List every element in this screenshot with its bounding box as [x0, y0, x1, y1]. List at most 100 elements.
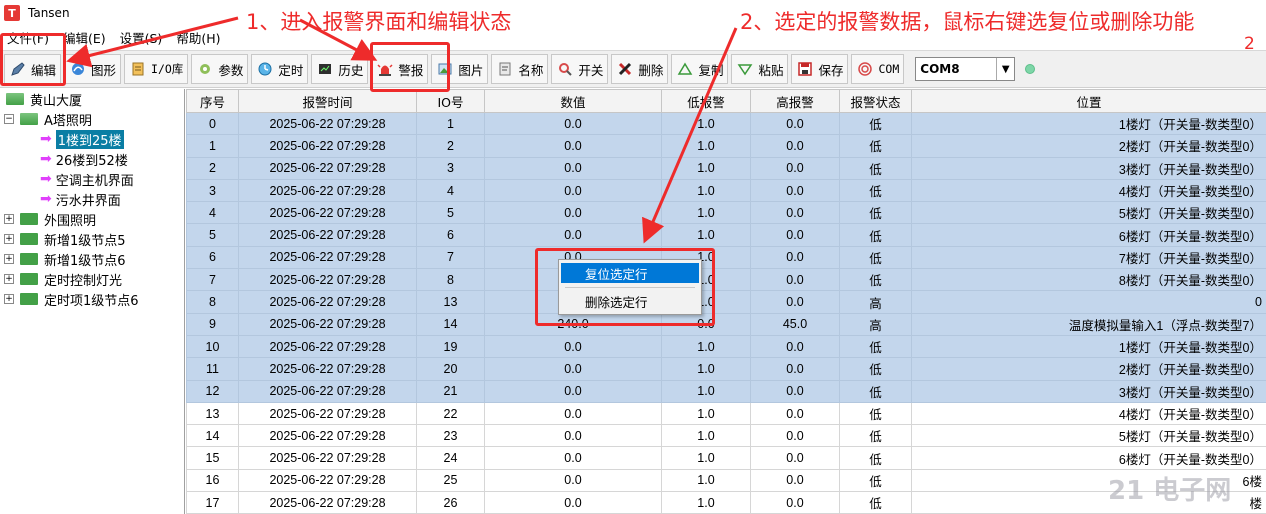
cell-alarm-state: 高 [839, 290, 912, 314]
com-button[interactable]: COM [851, 54, 905, 84]
cell-high-alarm: 0.0 [750, 245, 840, 270]
table-row[interactable]: 14 2025-06-22 07:29:28 23 0.0 1.0 0.0 低 5楼灯（开关量… [186, 424, 1266, 448]
com-port-select[interactable]: COM8 ▼ [915, 57, 1016, 81]
table-row[interactable]: 15 2025-06-22 07:29:28 24 0.0 1.0 0.0 低 6楼灯（开关量… [186, 446, 1266, 470]
cell-io: 13 [416, 290, 485, 314]
cell-alarm-time: 2025-06-22 07:29:28 [238, 201, 417, 225]
folder-icon [20, 233, 38, 245]
cell-low-alarm: 1.0 [661, 156, 751, 180]
table-row[interactable]: 9 2025-06-22 07:29:28 14 240.0 0.0 45.0 高温度模拟量… [186, 312, 1266, 336]
table-row[interactable]: 82025-06-22 07:29:281389.1.00.0高0 [186, 290, 1266, 314]
tree-node-label: 新增1级节点5 [44, 233, 126, 249]
cell-alarm-time: 2025-06-22 07:29:28 [238, 111, 417, 136]
cell-io: 26 [416, 491, 485, 514]
cell-alarm-time: 2025-06-22 07:29:28 [238, 178, 417, 203]
cell-low-alarm: 1.0 [661, 111, 751, 136]
table-row[interactable]: 3 2025-06-22 07:29:28 4 0.0 1.0 0.0 低 4楼灯（开关量-数… [186, 178, 1266, 203]
tree-node-page-4[interactable]: ➡ 污水井界面 [40, 189, 121, 209]
paste-button[interactable]: 粘贴 [731, 54, 789, 84]
table-row[interactable]: 12 2025-06-22 07:29:28 21 0.0 1.0 0.0 低 3楼灯（开关量… [186, 379, 1266, 403]
expand-icon[interactable]: + [4, 214, 14, 224]
cell-value: 0.0 [484, 178, 662, 203]
cell-alarm-state: 低 [839, 424, 912, 448]
table-row[interactable]: 17 2025-06-22 07:29:28 26 0.0 1.0 0.0 低楼 [186, 491, 1266, 514]
io-library-button[interactable]: I/O库 [124, 54, 189, 84]
table-row[interactable]: 0 2025-06-22 07:29:28 1 0.0 1.0 0.0 低 1楼灯（开关量-数… [186, 111, 1266, 136]
tree-node-timed-node-6[interactable]: + 定时项1级节点6 [4, 289, 139, 309]
cell-io: 25 [416, 468, 485, 493]
chevron-down-icon[interactable]: ▼ [996, 58, 1015, 80]
cell-high-alarm: 0.0 [750, 223, 840, 247]
expand-icon[interactable]: + [4, 274, 14, 284]
switch-button[interactable]: 开关 [551, 54, 609, 84]
image-button-label: 图片 [458, 62, 484, 78]
cell-high-alarm: 0.0 [750, 111, 840, 136]
table-row[interactable]: 1 2025-06-22 07:29:28 2 0.0 1.0 0.0 低 2楼灯（开关量-数… [186, 134, 1266, 158]
table-row[interactable]: 4 2025-06-22 07:29:28 5 0.0 1.0 0.0 低 5楼灯（开关量-数… [186, 201, 1266, 225]
cell-value: 0.0 [484, 468, 662, 493]
expand-icon[interactable]: + [4, 254, 14, 264]
cell-value: 0.0 [484, 357, 662, 381]
tree-node-a-tower[interactable]: − A塔照明 [4, 109, 92, 129]
tree-node-outer-lighting[interactable]: + 外围照明 [4, 209, 96, 229]
delete-button[interactable]: 删除 [611, 54, 669, 84]
tree-node-label: 定时项1级节点6 [44, 293, 139, 309]
annotation-corner-number: 2 [1244, 34, 1255, 54]
parameters-button[interactable]: 参数 [191, 54, 249, 84]
table-row[interactable]: 13 2025-06-22 07:29:28 22 0.0 1.0 0.0 低 4楼灯（开关量… [186, 401, 1266, 426]
column-header-value[interactable]: 数值 [484, 89, 662, 113]
table-row[interactable]: 10 2025-06-22 07:29:28 19 0.0 1.0 0.0 低 1楼灯（开关量… [186, 334, 1266, 359]
com-icon [856, 60, 874, 78]
switch-button-label: 开关 [578, 62, 604, 78]
column-header-high-alarm[interactable]: 高报警 [750, 89, 840, 113]
column-header-index[interactable]: 序号 [186, 89, 239, 113]
timer-icon [256, 60, 274, 78]
column-header-location[interactable]: 位置 [911, 89, 1266, 113]
cell-io: 2 [416, 134, 485, 158]
cell-low-alarm: 1.0 [661, 201, 751, 225]
tree-node-new-6[interactable]: + 新增1级节点6 [4, 249, 126, 269]
column-header-low-alarm[interactable]: 低报警 [661, 89, 751, 113]
cell-io: 7 [416, 245, 485, 270]
tree-node-new-5[interactable]: + 新增1级节点5 [4, 229, 126, 249]
expand-icon[interactable]: + [4, 234, 14, 244]
menu-settings[interactable]: 设置(S) [113, 28, 170, 47]
tree-node-page-1[interactable]: ➡ 1楼到25楼 [40, 129, 124, 149]
table-row[interactable]: 16 2025-06-22 07:29:28 25 0.0 1.0 0.0 低 6楼 [186, 468, 1266, 493]
cell-alarm-time: 2025-06-22 07:29:28 [238, 334, 417, 359]
copy-button[interactable]: 复制 [671, 54, 729, 84]
collapse-icon[interactable]: − [4, 114, 14, 124]
save-button[interactable]: 保存 [791, 54, 849, 84]
cell-high-alarm: 0.0 [750, 446, 840, 470]
name-button[interactable]: 名称 [491, 54, 549, 84]
menu-help[interactable]: 帮助(H) [169, 28, 227, 47]
expand-icon[interactable]: + [4, 294, 14, 304]
graphics-button[interactable]: 图形 [64, 54, 122, 84]
tree-node-timed-lighting[interactable]: + 定时控制灯光 [4, 269, 122, 289]
tree-node-label: 定时控制灯光 [44, 273, 123, 289]
tree-node-label: 污水井界面 [55, 193, 121, 209]
copy-button-label: 复制 [698, 62, 724, 78]
app-icon: T [4, 5, 20, 21]
table-row[interactable]: 11 2025-06-22 07:29:28 20 0.0 1.0 0.0 低 2楼灯（开关量… [186, 357, 1266, 381]
column-header-alarm-time[interactable]: 报警时间 [238, 89, 417, 113]
table-row[interactable]: 5 2025-06-22 07:29:28 6 0.0 1.0 0.0 低 6楼灯（开关量-数… [186, 223, 1266, 247]
history-button[interactable]: 历史 [311, 54, 369, 84]
timer-button[interactable]: 定时 [251, 54, 309, 84]
cell-io: 21 [416, 379, 485, 403]
tree-node-page-2[interactable]: ➡ 26楼到52楼 [40, 149, 128, 169]
copy-icon [676, 60, 694, 78]
table-row[interactable]: 6 2025-06-22 07:29:28 7 0.0 1.0 0.0 低 7楼灯（开关量-数… [186, 245, 1266, 270]
column-header-io[interactable]: IO号 [416, 89, 485, 113]
column-header-alarm-state[interactable]: 报警状态 [839, 89, 912, 113]
table-row[interactable]: 2 2025-06-22 07:29:28 3 0.0 1.0 0.0 低 3楼灯（开关量-数… [186, 156, 1266, 180]
cell-low-alarm: 1.0 [661, 379, 751, 403]
cell-index: 8 [186, 290, 239, 314]
cell-alarm-time: 2025-06-22 07:29:28 [238, 379, 417, 403]
table-row[interactable]: 72025-06-22 07:29:2880.01.00.0低8楼灯（开关量-数… [186, 268, 1266, 292]
tree-node-page-3[interactable]: ➡ 空调主机界面 [40, 169, 134, 189]
cell-alarm-state: 低 [839, 201, 912, 225]
tree-node-root[interactable]: 黄山大厦 [6, 89, 82, 109]
cell-index: 13 [186, 401, 239, 426]
cell-low-alarm: 1.0 [661, 401, 751, 426]
